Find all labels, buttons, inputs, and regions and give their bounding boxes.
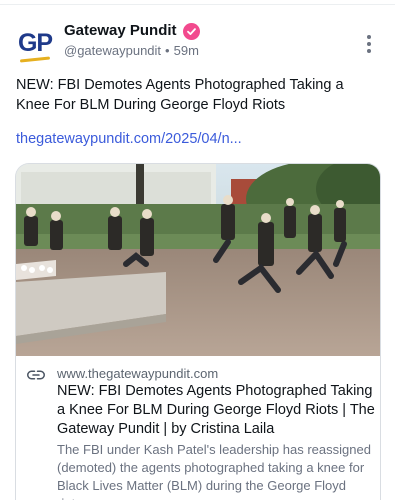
author-name[interactable]: Gateway Pundit: [64, 22, 177, 40]
link-icon: [27, 370, 45, 380]
post-link[interactable]: thegatewaypundit.com/2025/04/n...: [16, 131, 242, 147]
author-handle[interactable]: @gatewaypundit: [64, 43, 161, 59]
more-options-button[interactable]: [359, 32, 379, 56]
avatar-logo: GP: [18, 29, 53, 63]
card-title[interactable]: NEW: FBI Demotes Agents Photographed Tak…: [57, 382, 375, 439]
more-vertical-icon: [367, 35, 371, 39]
more-dot: [367, 42, 371, 46]
handle-row: @gatewaypundit • 59m: [64, 43, 200, 59]
card-domain: www.thegatewaypundit.com: [57, 366, 219, 381]
top-divider: [0, 4, 395, 5]
separator-dot: •: [165, 43, 170, 58]
avatar[interactable]: GP: [16, 24, 54, 63]
author-info: Gateway Pundit @gatewaypundit • 59m: [64, 22, 200, 59]
link-preview-card[interactable]: www.thegatewaypundit.com NEW: FBI Demote…: [15, 163, 381, 500]
card-image[interactable]: [16, 164, 381, 356]
card-meta[interactable]: www.thegatewaypundit.com NEW: FBI Demote…: [16, 356, 380, 500]
card-description: The FBI under Kash Patel's leadership ha…: [57, 442, 371, 500]
post-time[interactable]: 59m: [174, 43, 199, 59]
post-header: GP Gateway Pundit @gatewaypundit • 59m: [16, 22, 381, 66]
verified-badge-icon: [182, 22, 200, 40]
more-dot: [367, 49, 371, 53]
post-text: NEW: FBI Demotes Agents Photographed Tak…: [16, 77, 344, 113]
